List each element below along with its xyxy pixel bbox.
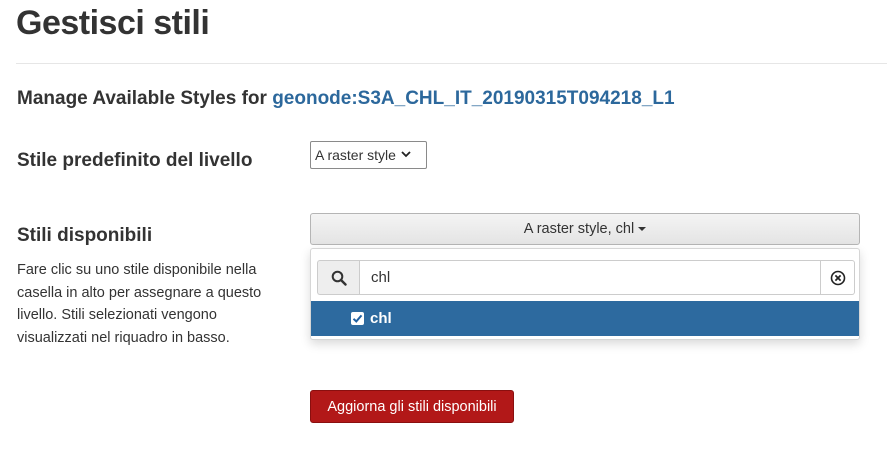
style-option-label: chl bbox=[370, 310, 392, 327]
available-styles-multiselect-button[interactable]: A raster style, chl bbox=[310, 213, 860, 245]
search-icon bbox=[317, 260, 359, 295]
default-style-value: A raster style bbox=[315, 147, 396, 163]
page-title: Gestisci stili bbox=[16, 4, 210, 42]
clear-search-button[interactable] bbox=[821, 260, 855, 295]
clear-circle-icon bbox=[830, 270, 845, 285]
available-styles-help: Fare clic su uno stile disponibile nella… bbox=[17, 262, 262, 346]
checkbox-checked-icon[interactable] bbox=[351, 312, 364, 325]
default-style-label: Stile predefinito del livello bbox=[17, 150, 253, 171]
chevron-down-icon bbox=[401, 150, 411, 161]
default-style-select[interactable]: A raster style bbox=[310, 141, 427, 169]
title-divider bbox=[16, 63, 887, 64]
caret-down-icon bbox=[638, 227, 647, 231]
styles-search-input[interactable] bbox=[359, 260, 821, 295]
layer-name-link[interactable]: geonode:S3A_CHL_IT_20190315T094218_L1 bbox=[272, 88, 674, 109]
multiselect-button-label: A raster style, chl bbox=[523, 221, 635, 237]
styles-search-group bbox=[317, 260, 855, 295]
available-styles-label: Stili disponibili bbox=[17, 225, 153, 246]
manage-heading: Manage Available Styles for geonode:S3A_… bbox=[17, 88, 675, 110]
manage-styles-page: Gestisci stili Manage Available Styles f… bbox=[0, 0, 887, 453]
update-styles-button[interactable]: Aggiorna gli stili disponibili bbox=[310, 390, 514, 423]
style-option-chl[interactable]: chl bbox=[311, 301, 859, 336]
manage-heading-prefix: Manage Available Styles for bbox=[17, 88, 273, 109]
styles-dropdown-menu: chl bbox=[310, 248, 860, 340]
